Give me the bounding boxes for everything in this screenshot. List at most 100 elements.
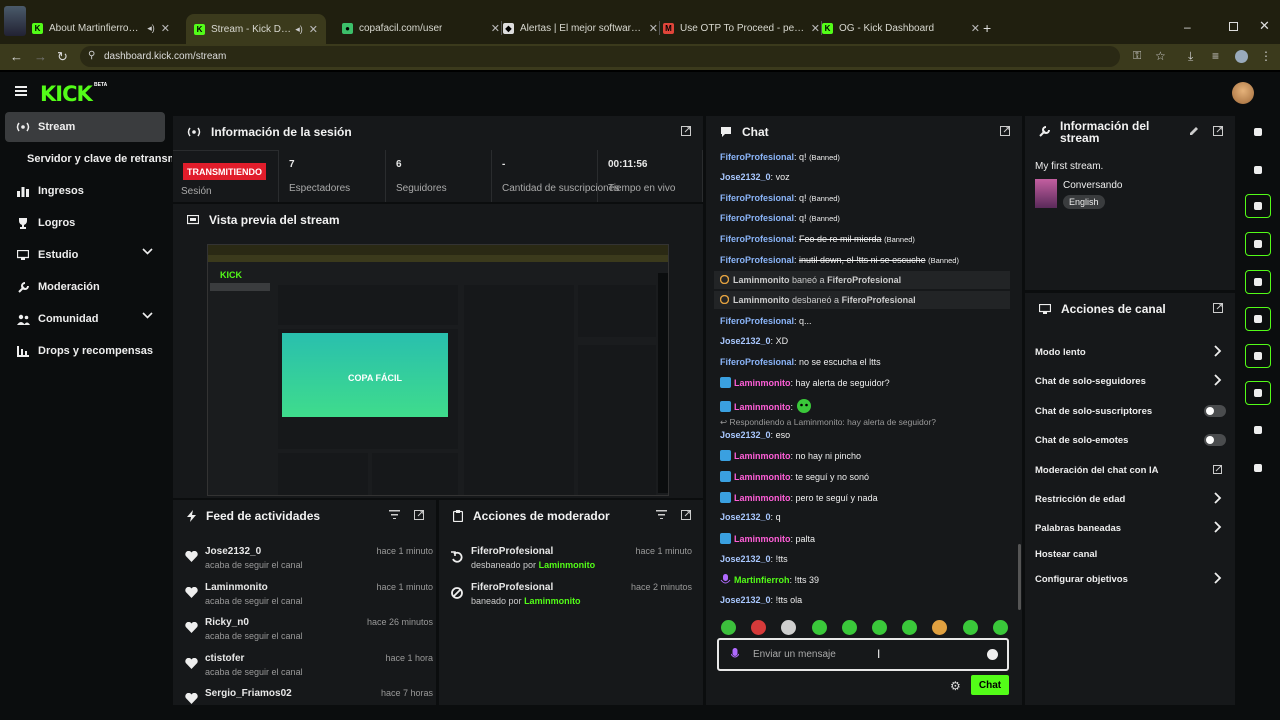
browser-tab[interactable]: ◆ Alertas | El mejor software para✕ <box>503 17 658 39</box>
activity-username[interactable]: Ricky_n0 <box>205 617 249 628</box>
hamburger-menu-icon[interactable] <box>15 86 27 96</box>
chevron-down-icon[interactable] <box>142 312 153 319</box>
popout-icon[interactable] <box>681 510 691 520</box>
url-field[interactable]: ⚲ dashboard.kick.com/stream <box>80 46 1120 67</box>
chat-username[interactable]: FiferoProfesional <box>720 357 794 367</box>
browser-profile-thumbnail[interactable] <box>4 6 26 36</box>
download-icon[interactable]: ⤓ <box>1188 49 1193 64</box>
password-key-icon[interactable]: ⚿ <box>1133 50 1141 63</box>
wrench-icon[interactable] <box>1245 418 1271 442</box>
chat-username[interactable]: FiferoProfesional <box>720 316 794 326</box>
info-icon[interactable] <box>1245 120 1271 144</box>
bolt-icon[interactable] <box>1245 232 1271 256</box>
minimize-button[interactable]: – <box>1184 20 1191 34</box>
filter-icon[interactable] <box>389 510 400 520</box>
sidebar-item-1[interactable]: Servidor y clave de retransmisión <box>5 144 172 174</box>
tab-audio-icon[interactable]: ◂) <box>147 23 155 34</box>
chevron-right-icon[interactable] <box>1214 521 1222 533</box>
tab-close-icon[interactable]: ✕ <box>485 22 500 35</box>
tab-audio-icon[interactable]: ◂) <box>295 24 303 35</box>
channel-action-item[interactable]: Chat de solo-suscriptores <box>1035 399 1226 423</box>
mod-target-username[interactable]: FiferoProfesional <box>471 582 553 593</box>
quick-emote-icon[interactable] <box>992 620 1008 635</box>
user-avatar[interactable] <box>1232 82 1254 104</box>
browser-tab[interactable]: K OG - Kick Dashboard ✕ <box>822 17 980 39</box>
chevron-right-icon[interactable] <box>1214 492 1222 504</box>
chat-username[interactable]: Martinfierroh <box>734 575 790 585</box>
quick-emote-icon[interactable] <box>781 620 797 635</box>
activity-username[interactable]: Jose2132_0 <box>205 546 261 557</box>
system-target[interactable]: FiferoProfesional <box>827 275 901 285</box>
chevron-right-icon[interactable] <box>1214 345 1222 357</box>
bookmark-star-icon[interactable]: ☆ <box>1155 49 1166 63</box>
activity-username[interactable]: ctistofer <box>205 653 244 664</box>
tab-close-icon[interactable]: ✕ <box>643 22 658 35</box>
quick-emote-icon[interactable] <box>902 620 918 635</box>
sidebar-item-0[interactable]: Stream <box>5 112 165 142</box>
users-icon[interactable] <box>1245 456 1271 480</box>
tab-close-icon[interactable]: ✕ <box>965 22 980 35</box>
chat-input[interactable]: Enviar un mensaje I <box>717 638 1009 671</box>
chat-username[interactable]: Jose2132_0 <box>720 554 771 564</box>
browser-tab[interactable]: K About Martinfierroh - Watc ◂)✕ <box>32 17 170 39</box>
tab-close-icon[interactable]: ✕ <box>805 22 820 35</box>
toggle-switch[interactable] <box>1204 434 1226 446</box>
chat-username[interactable]: Jose2132_0 <box>720 430 771 440</box>
browser-menu-icon[interactable]: ⋮ <box>1260 49 1272 63</box>
channel-action-item[interactable]: Moderación del chat con IA <box>1035 458 1222 482</box>
channel-action-item[interactable]: Configurar objetivos <box>1035 567 1222 591</box>
send-chat-button[interactable]: Chat <box>971 675 1009 695</box>
layout-icon[interactable] <box>1245 381 1271 405</box>
forward-icon[interactable]: → <box>34 49 47 64</box>
tab-close-icon[interactable]: ✕ <box>303 23 318 36</box>
quick-emote-icon[interactable] <box>751 620 767 635</box>
chat-username[interactable]: FiferoProfesional <box>720 213 794 223</box>
chat-username[interactable]: Laminmonito <box>734 493 791 503</box>
browser-tab[interactable]: M Use OTP To Proceed - pelmasti✕ <box>663 17 820 39</box>
back-icon[interactable]: ← <box>10 49 23 64</box>
sidebar-item-5[interactable]: Moderación <box>5 272 165 302</box>
system-actor[interactable]: Laminmonito <box>733 295 790 305</box>
activity-username[interactable]: Sergio_Friamos02 <box>205 688 292 699</box>
chat-username[interactable]: Jose2132_0 <box>720 172 771 182</box>
site-info-icon[interactable]: ⚲ <box>88 50 95 61</box>
popout-icon[interactable] <box>1213 126 1223 136</box>
chat-scrollbar[interactable] <box>1018 544 1021 610</box>
filter-icon[interactable] <box>656 510 667 520</box>
toggle-switch[interactable] <box>1204 405 1226 417</box>
activity-username[interactable]: Laminmonito <box>205 582 268 593</box>
popout-icon[interactable] <box>681 126 691 136</box>
chat-username[interactable]: FiferoProfesional <box>720 255 794 265</box>
chat-username[interactable]: FiferoProfesional <box>720 193 794 203</box>
sidebar-item-7[interactable]: Drops y recompensas <box>5 336 165 366</box>
broadcast-icon[interactable] <box>1245 344 1271 368</box>
sidebar-item-2[interactable]: Ingresos <box>5 176 165 206</box>
quick-emote-icon[interactable] <box>811 620 827 635</box>
quick-emote-icon[interactable] <box>841 620 857 635</box>
browser-tab[interactable]: K Stream - Kick Dashboard◂)✕ <box>186 14 326 44</box>
popout-icon[interactable] <box>414 510 424 520</box>
popout-icon[interactable] <box>1213 303 1223 313</box>
chevron-right-icon[interactable] <box>1214 374 1222 386</box>
chat-username[interactable]: FiferoProfesional <box>720 234 794 244</box>
sidebar-item-3[interactable]: Logros <box>5 208 165 238</box>
kick-logo[interactable]: KICK <box>40 82 93 106</box>
chat-username[interactable]: Laminmonito <box>734 534 791 544</box>
chat-username[interactable]: Jose2132_0 <box>720 512 771 522</box>
profile-icon[interactable] <box>1235 50 1248 63</box>
tab-close-icon[interactable]: ✕ <box>155 22 170 35</box>
mod-target-username[interactable]: FiferoProfesional <box>471 546 553 557</box>
media-control-icon[interactable]: ≡ <box>1212 49 1219 63</box>
mod-actor-username[interactable]: Laminmonito <box>524 596 581 606</box>
maximize-button[interactable] <box>1229 22 1238 31</box>
quick-emote-icon[interactable] <box>962 620 978 635</box>
system-actor[interactable]: Laminmonito <box>733 275 790 285</box>
reload-icon[interactable]: ↻ <box>57 49 68 65</box>
chat-username[interactable]: FiferoProfesional <box>720 152 794 162</box>
sidebar-item-4[interactable]: Estudio <box>5 240 165 270</box>
chevron-down-icon[interactable] <box>142 248 153 255</box>
edit-pencil-icon[interactable] <box>1245 158 1271 182</box>
quick-emote-icon[interactable] <box>932 620 948 635</box>
new-tab-button[interactable]: + <box>983 20 991 36</box>
stream-preview-video[interactable]: KICK COPA FÁCIL <box>207 244 669 496</box>
